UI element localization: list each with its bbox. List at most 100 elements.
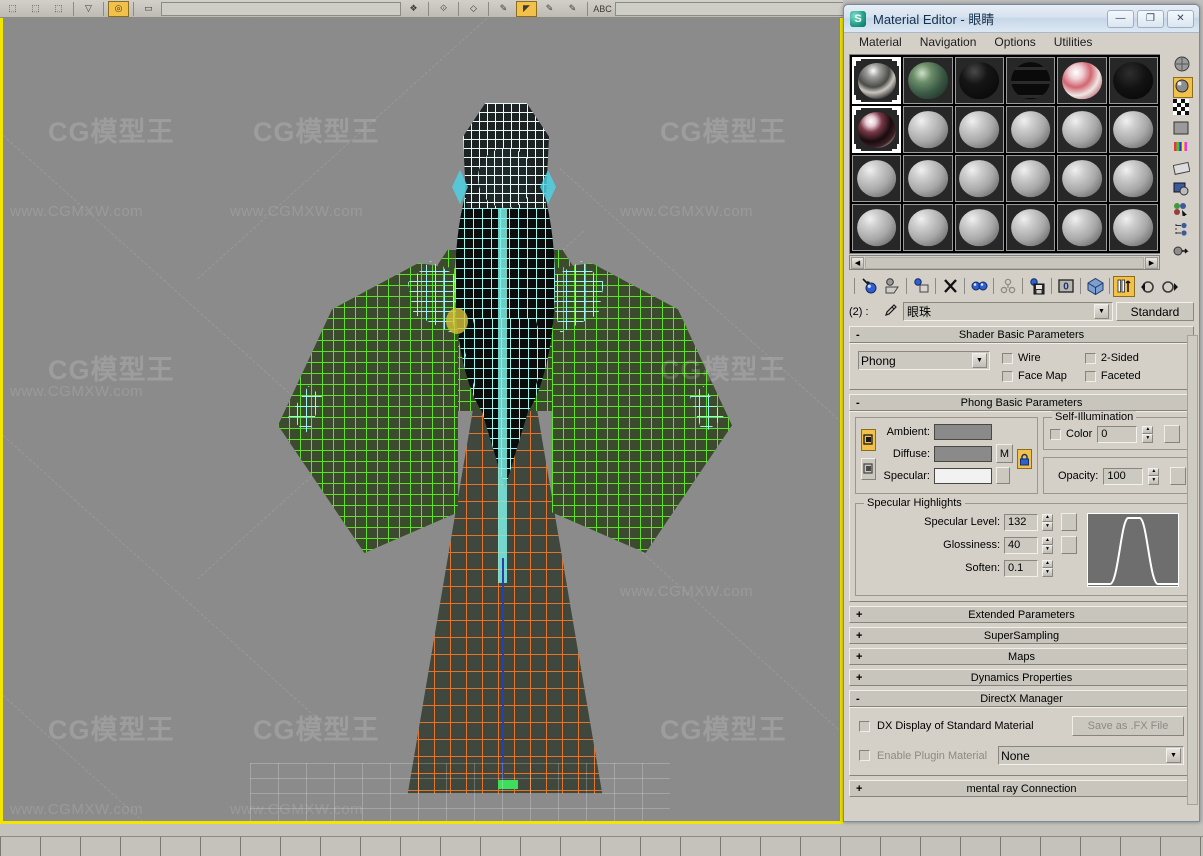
layer-manager-icon[interactable]: ◇ <box>463 1 484 17</box>
rollout-toggle[interactable]: + <box>856 672 862 684</box>
go-to-parent-icon[interactable] <box>1136 276 1158 297</box>
named-selection-sets-icon[interactable]: ▭ <box>138 1 159 17</box>
sample-slot-3[interactable] <box>954 57 1004 104</box>
sample-slot-13[interactable] <box>852 155 902 202</box>
material-editor-icon[interactable]: ◤ <box>516 0 537 17</box>
background-checker-icon[interactable] <box>1173 99 1193 120</box>
shader-basic-rollout-header[interactable]: - Shader Basic Parameters <box>849 326 1194 343</box>
sample-slot-15[interactable] <box>954 155 1004 202</box>
sample-slot-20[interactable] <box>903 204 953 251</box>
sample-slot-12[interactable] <box>1108 106 1158 153</box>
material-editor-window[interactable]: Material Editor - 眼睛 — ❐ ✕ Material Navi… <box>843 4 1200 822</box>
soften-input[interactable]: 0.1 <box>1004 559 1038 577</box>
dx-display-checkbox[interactable] <box>859 720 870 732</box>
rollout-toggle[interactable]: + <box>856 783 862 795</box>
supersampling-rollout[interactable]: + SuperSampling <box>849 627 1194 644</box>
sample-slot-22[interactable] <box>1005 204 1056 251</box>
sample-slot-5[interactable] <box>1057 57 1107 104</box>
face-map-checkbox[interactable]: Face Map <box>1002 370 1067 382</box>
self-illum-map-button[interactable] <box>1164 425 1181 443</box>
sample-slot-4[interactable] <box>1005 57 1056 104</box>
put-to-library-icon[interactable] <box>1026 276 1048 297</box>
select-by-material-icon[interactable] <box>1173 202 1193 221</box>
self-illum-color-checkbox[interactable] <box>1050 428 1061 440</box>
sample-slot-23[interactable] <box>1057 204 1107 251</box>
rollout-toggle[interactable]: - <box>856 329 860 341</box>
sample-uv-tiling-icon[interactable] <box>1173 121 1193 140</box>
align-icon[interactable]: ⟐ <box>433 1 454 17</box>
lock-diffuse-specular-button[interactable] <box>861 457 876 480</box>
material-name-row[interactable]: (2) : 眼珠 ▼ Standard <box>849 301 1194 322</box>
show-end-result-icon[interactable] <box>1113 275 1135 297</box>
specular-level-map-button[interactable] <box>1061 513 1077 531</box>
chevron-down-icon[interactable]: ▼ <box>1166 748 1181 763</box>
snap-toggle-icon[interactable]: ◎ <box>108 0 129 17</box>
get-material-icon[interactable] <box>858 276 880 297</box>
plugin-material-select[interactable]: None ▼ <box>998 746 1184 765</box>
rollout-toggle[interactable]: + <box>856 630 862 642</box>
maps-rollout[interactable]: + Maps <box>849 648 1194 665</box>
sample-slot-11[interactable] <box>1057 106 1107 153</box>
opacity-map-button[interactable] <box>1170 467 1187 485</box>
video-color-check-icon[interactable] <box>1173 141 1193 160</box>
curve-editor-icon[interactable]: ✎ <box>493 1 514 17</box>
sample-slot-19[interactable] <box>852 204 902 251</box>
options-icon[interactable] <box>1173 182 1193 201</box>
glossiness-spinner[interactable]: ▲ ▼ <box>1042 536 1053 554</box>
specular-level-spinner[interactable]: ▲ ▼ <box>1042 513 1053 531</box>
sample-slot-9[interactable] <box>954 106 1004 153</box>
select-window-icon[interactable]: ⬚ <box>48 1 69 17</box>
sample-slot-8[interactable] <box>903 106 953 153</box>
sample-slot-1[interactable] <box>852 57 902 104</box>
rollout-toggle[interactable]: - <box>856 693 860 705</box>
diffuse-map-button[interactable]: M <box>996 444 1013 463</box>
opacity-input[interactable]: 100 <box>1103 467 1144 485</box>
named-selection-field[interactable] <box>161 1 401 16</box>
checkbox-box[interactable] <box>1084 370 1096 382</box>
checkbox-box[interactable] <box>1002 370 1013 382</box>
sample-slot-14[interactable] <box>903 155 953 202</box>
wire-checkbox[interactable]: Wire <box>1002 352 1067 364</box>
max-main-toolbar[interactable]: ⬚ ⬚ ⬚ ▽ ◎ ▭ ❖ ⟐ ◇ ✎ ◤ ✎ ✎ ABC ⫽ ◆ ◺ ▦ ▣ <box>0 0 843 18</box>
sample-slot-21[interactable] <box>954 204 1004 251</box>
extended-parameters-rollout[interactable]: + Extended Parameters <box>849 606 1194 623</box>
enable-plugin-material-checkbox[interactable] <box>859 750 870 761</box>
chevron-down-icon[interactable]: ▼ <box>1094 304 1109 319</box>
pick-material-icon[interactable] <box>1173 244 1193 263</box>
directx-manager-rollout[interactable]: - DirectX Manager <box>849 690 1194 707</box>
soften-spinner[interactable]: ▲ ▼ <box>1042 559 1053 577</box>
put-material-to-scene-icon[interactable] <box>881 276 903 297</box>
ambient-color-swatch[interactable] <box>934 424 992 440</box>
show-map-in-viewport-icon[interactable] <box>1084 276 1106 297</box>
specular-level-input[interactable]: 132 <box>1004 513 1038 531</box>
two-sided-checkbox[interactable]: 2-Sided <box>1084 352 1141 364</box>
scroll-left-arrow[interactable]: ◀ <box>851 256 864 269</box>
diffuse-color-swatch[interactable] <box>934 445 992 462</box>
sample-options-toolbar[interactable] <box>1172 54 1194 263</box>
maximize-button[interactable]: ❐ <box>1137 9 1164 28</box>
sample-slots-area[interactable] <box>849 54 1194 263</box>
backlight-icon[interactable] <box>1173 77 1193 98</box>
sample-slot-10[interactable] <box>1005 106 1056 153</box>
checkbox-box[interactable] <box>1084 352 1096 364</box>
material-name-input[interactable]: 眼珠 ▼ <box>903 302 1113 321</box>
mirror-icon[interactable]: ❖ <box>403 1 424 17</box>
glossiness-input[interactable]: 40 <box>1004 536 1038 554</box>
sample-slots-hscrollbar[interactable]: ◀ ▶ <box>849 255 1160 270</box>
rollout-toggle[interactable]: + <box>856 609 862 621</box>
material-type-button[interactable]: Standard <box>1116 302 1194 321</box>
close-button[interactable]: ✕ <box>1167 9 1194 28</box>
go-forward-to-sibling-icon[interactable] <box>1159 276 1181 297</box>
dynamics-properties-rollout[interactable]: + Dynamics Properties <box>849 669 1194 686</box>
self-illum-value-input[interactable]: 0 <box>1097 425 1138 443</box>
glossiness-map-button[interactable] <box>1061 536 1077 554</box>
menu-navigation[interactable]: Navigation <box>911 33 986 52</box>
save-as-fx-file-button[interactable]: Save as .FX File <box>1072 716 1184 736</box>
schematic-view-icon[interactable]: ✎ <box>539 1 560 17</box>
reset-map-material-icon[interactable] <box>939 276 961 297</box>
make-preview-icon[interactable] <box>1172 161 1193 181</box>
scroll-track[interactable] <box>865 256 1144 269</box>
sample-slot-24[interactable] <box>1108 204 1158 251</box>
material-editor-toolbar[interactable]: 0 <box>849 274 1194 298</box>
checkbox-box[interactable] <box>1002 352 1013 364</box>
